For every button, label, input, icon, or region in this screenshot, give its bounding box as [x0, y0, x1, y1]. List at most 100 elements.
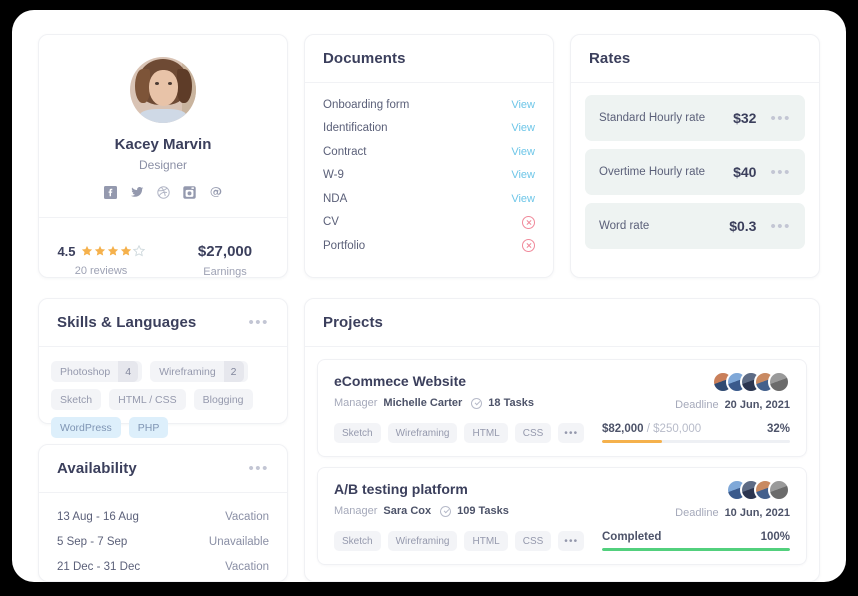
project-row[interactable]: A/B testing platform Manager Sara Cox 109 T… — [317, 467, 807, 565]
availability-list: 13 Aug - 16 Aug Vacation 5 Sep - 7 Sep Unav… — [39, 493, 287, 579]
document-missing-icon[interactable] — [522, 239, 535, 253]
document-row: W-9 View — [323, 164, 535, 188]
skills-card: Skills & Languages ••• Photoshop 4 Wirefra… — [38, 298, 288, 438]
skill-tag[interactable]: Photoshop 4 — [51, 361, 143, 382]
document-view-link[interactable]: View — [511, 146, 535, 158]
project-deadline: Deadline 20 Jun, 2021 — [675, 399, 790, 411]
rate-value: $32 — [733, 110, 757, 126]
deadline-label: Deadline — [675, 507, 719, 519]
project-tag[interactable]: CSS — [514, 531, 552, 551]
availability-range: 21 Dec - 31 Dec — [57, 560, 141, 573]
document-view-link[interactable]: View — [511, 122, 535, 134]
availability-range: 13 Aug - 16 Aug — [57, 510, 139, 523]
skill-tag[interactable]: Blogging — [193, 389, 253, 410]
rate-value: $0.3 — [729, 218, 757, 234]
instagram-icon[interactable] — [182, 185, 196, 199]
availability-menu-icon[interactable]: ••• — [248, 461, 269, 476]
rate-label: Overtime Hourly rate — [599, 166, 706, 178]
manager-label: Manager — [334, 505, 378, 517]
project-budget-total: / $250,000 — [643, 423, 702, 435]
document-missing-icon[interactable] — [522, 215, 535, 229]
progress-bar — [602, 548, 790, 551]
rate-menu-icon[interactable]: ••• — [770, 219, 791, 234]
rate-row: Standard Hourly rate $32 ••• — [585, 95, 805, 141]
project-tasks: 18 Tasks — [488, 397, 534, 409]
projects-list: eCommece Website Manager Michelle Carter 18… — [305, 347, 819, 565]
availability-row: 13 Aug - 16 Aug Vacation — [57, 504, 269, 529]
profile-name: Kacey Marvin — [114, 136, 212, 153]
social-links — [103, 185, 223, 199]
email-at-icon[interactable] — [209, 185, 223, 199]
project-tag[interactable]: CSS — [514, 423, 552, 443]
project-team-and-deadline: Deadline 10 Jun, 2021 — [675, 479, 790, 519]
manager-name: Michelle Carter — [383, 397, 463, 409]
twitter-icon[interactable] — [130, 186, 144, 199]
check-circle-icon — [440, 505, 452, 517]
progress-bar-fill — [602, 440, 663, 443]
skill-tag[interactable]: HTML / CSS — [109, 389, 186, 410]
project-tag[interactable]: Wireframing — [387, 531, 458, 551]
availability-title: Availability — [57, 460, 137, 477]
skill-tag[interactable]: Wireframing 2 — [150, 361, 248, 382]
rate-menu-icon[interactable]: ••• — [770, 111, 791, 126]
project-tag[interactable]: HTML — [464, 423, 508, 443]
rate-row: Word rate $0.3 ••• — [585, 203, 805, 249]
project-deadline: Deadline 10 Jun, 2021 — [675, 507, 790, 519]
project-tags-more-icon[interactable]: ••• — [558, 531, 585, 551]
skill-tag-count: 2 — [223, 361, 244, 382]
availability-status: Vacation — [225, 560, 269, 573]
team-avatar — [768, 371, 790, 393]
project-tag[interactable]: Wireframing — [387, 423, 458, 443]
availability-card: Availability ••• 13 Aug - 16 Aug Vacation… — [38, 444, 288, 582]
projects-title: Projects — [323, 314, 383, 331]
skill-tag[interactable]: PHP — [128, 417, 169, 438]
documents-card: Documents Onboarding form View Identificat… — [304, 34, 554, 278]
skill-tag-label: Sketch — [60, 393, 93, 406]
project-percent: 32% — [766, 423, 790, 435]
manager-name: Sara Cox — [383, 505, 432, 517]
skill-tag-label: Photoshop — [60, 365, 111, 378]
skill-tag-label: PHP — [137, 421, 160, 434]
rates-list: Standard Hourly rate $32 ••• Overtime Hourl… — [571, 83, 819, 249]
team-avatar-stack[interactable] — [712, 371, 790, 393]
skill-tag[interactable]: WordPress — [51, 417, 121, 438]
projects-card: Projects eCommece Website Manager Michelle… — [304, 298, 820, 582]
project-tag-list: Sketch Wireframing HTML CSS ••• — [334, 531, 585, 551]
dribbble-icon[interactable] — [156, 185, 170, 199]
rates-header: Rates — [571, 35, 819, 83]
document-view-link[interactable]: View — [511, 169, 535, 181]
avatar — [130, 57, 196, 123]
document-name: NDA — [323, 192, 348, 205]
skill-tag[interactable]: Sketch — [51, 389, 102, 410]
rate-menu-icon[interactable]: ••• — [770, 165, 791, 180]
availability-row: 21 Dec - 31 Dec Vacation — [57, 554, 269, 579]
project-row[interactable]: eCommece Website Manager Michelle Carter 18… — [317, 359, 807, 457]
documents-list: Onboarding form View Identification View Con… — [305, 83, 553, 258]
project-team-and-deadline: Deadline 20 Jun, 2021 — [675, 371, 790, 411]
skill-tag-label: WordPress — [60, 421, 112, 434]
rate-value: $40 — [733, 164, 757, 180]
document-view-link[interactable]: View — [511, 99, 535, 111]
check-circle-icon — [471, 397, 483, 409]
rating-stat: 4.5 20 reviews — [39, 244, 163, 277]
project-tag[interactable]: Sketch — [334, 423, 381, 443]
skill-tag-label: Wireframing — [159, 365, 216, 378]
document-view-link[interactable]: View — [511, 193, 535, 205]
document-name: Portfolio — [323, 239, 366, 252]
facebook-icon[interactable] — [103, 185, 117, 199]
deadline-date: 20 Jun, 2021 — [724, 399, 790, 411]
skills-menu-icon[interactable]: ••• — [248, 315, 269, 330]
skill-tag-label: Blogging — [202, 393, 244, 406]
document-name: Contract — [323, 145, 367, 158]
deadline-date: 10 Jun, 2021 — [724, 507, 790, 519]
document-row: Contract View — [323, 140, 535, 164]
app-page: Kacey Marvin Designer 4.5 20 reviews $27… — [12, 10, 846, 582]
project-tag[interactable]: Sketch — [334, 531, 381, 551]
project-status-text: Completed — [602, 531, 662, 543]
team-avatar-stack[interactable] — [726, 479, 790, 501]
document-name: Onboarding form — [323, 98, 410, 111]
document-row: CV — [323, 211, 535, 235]
profile-header: Kacey Marvin Designer — [39, 35, 287, 218]
project-tag[interactable]: HTML — [464, 531, 508, 551]
project-tags-more-icon[interactable]: ••• — [558, 423, 585, 443]
